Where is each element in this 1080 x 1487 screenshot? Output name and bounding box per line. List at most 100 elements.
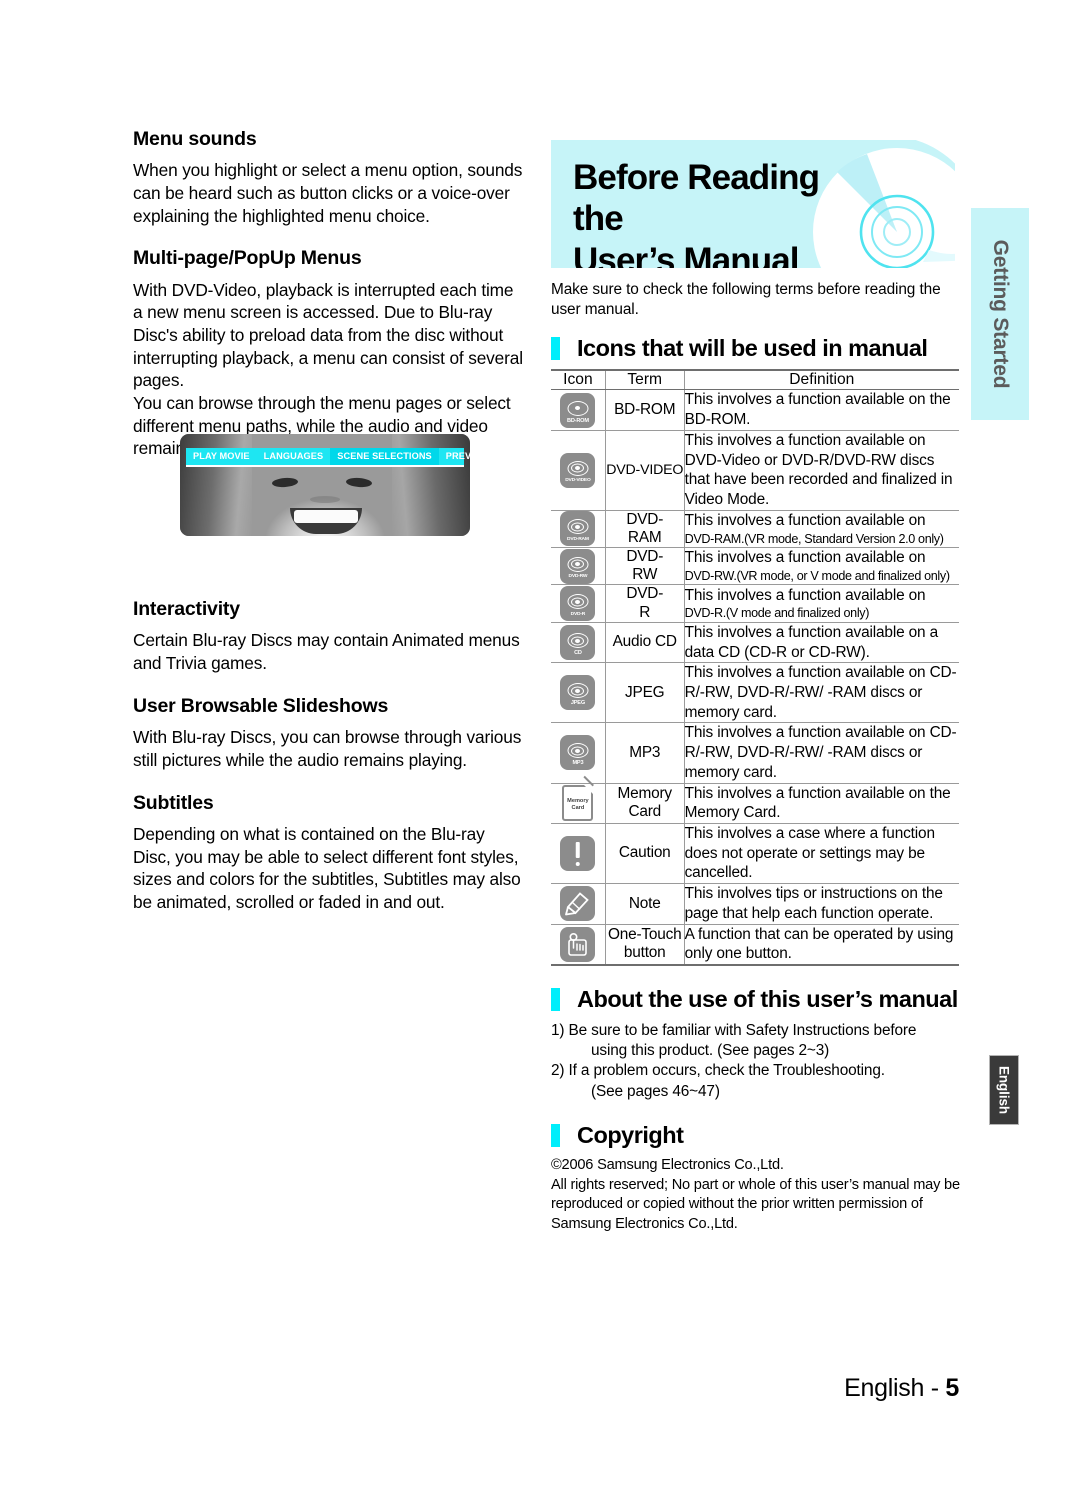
- cell-term: MP3: [605, 722, 685, 784]
- right-content-column: Before Reading the User’s Manual Make su…: [551, 140, 961, 1234]
- section-title-icons: Icons that will be used in manual: [577, 334, 928, 361]
- menu-item-play-movie[interactable]: PLAY MOVIE: [186, 448, 257, 465]
- cell-term: Caution: [605, 823, 685, 885]
- disc-glyph: [567, 400, 589, 416]
- audio-cd-icon: CD: [560, 625, 596, 661]
- dvd-video-icon: DVD-VIDEO: [560, 452, 596, 488]
- one-touch-button-icon: [560, 926, 596, 962]
- disc-glyph: [567, 556, 589, 572]
- cell-icon: [551, 883, 606, 925]
- cell-term: One-Touch button: [605, 924, 685, 966]
- page-title-line1: Before Reading the: [573, 158, 820, 239]
- memory-card-icon: Memory Card: [562, 785, 594, 822]
- section-bullet-icon: [551, 337, 560, 361]
- definition-main: This involves a function available on: [684, 586, 926, 604]
- about-manual-list: 1) Be sure to be familiar with Safety In…: [551, 1021, 961, 1102]
- definition-main: This involves a function available on: [684, 512, 926, 530]
- hand-press-glyph: [568, 932, 588, 956]
- cell-icon: BD-ROM: [551, 389, 606, 431]
- icon-caption: CD: [574, 649, 582, 656]
- caution-icon: [560, 836, 596, 872]
- left-text-column: Menu sounds When you highlight or select…: [133, 128, 523, 934]
- intro-paragraph: Make sure to check the following terms b…: [551, 281, 941, 319]
- icon-definition-table: Icon Term Definition BD-ROM BD-ROM This …: [551, 369, 959, 967]
- disc-menu-bar: PLAY MOVIE LANGUAGES SCENE SELECTIONS PR…: [186, 448, 470, 467]
- definition-fineprint: DVD-RW.(VR mode, or V mode and finalized…: [684, 569, 950, 584]
- cell-icon: [551, 924, 606, 966]
- heading-user-browsable-slideshows: User Browsable Slideshows: [133, 694, 389, 717]
- side-tab-english: English: [989, 1055, 1019, 1125]
- disc-glyph: [567, 594, 589, 610]
- cell-definition: A function that can be operated by using…: [684, 925, 954, 963]
- cell-definition: This involves a function available on a …: [684, 622, 959, 664]
- photo-teeth: [294, 510, 358, 523]
- cell-icon: [551, 823, 606, 885]
- paragraph-menu-sounds: When you highlight or select a menu opti…: [133, 160, 523, 226]
- cell-definition: This involves a function available on DV…: [684, 547, 959, 586]
- icon-caption: Memory Card: [567, 798, 589, 812]
- table-row: Note This involves tips or instructions …: [551, 883, 959, 925]
- table-row: MP3 MP3 This involves a function availab…: [551, 722, 959, 784]
- side-tab-getting-started-label: Getting Started: [989, 239, 1012, 389]
- page-footer-label: English -: [844, 1374, 946, 1402]
- cell-definition: This involves a function available on DV…: [684, 510, 959, 549]
- dvd-rw-icon: DVD-RW: [560, 548, 596, 584]
- section-bullet-copyright: [551, 1124, 560, 1148]
- heading-interactivity: Interactivity: [133, 598, 240, 621]
- cell-definition: This involves a function available on th…: [684, 389, 959, 431]
- cell-definition: This involves a case where a function do…: [684, 823, 959, 885]
- note-pencil-icon: [560, 886, 596, 922]
- disc-glyph: [567, 519, 589, 535]
- cell-definition: This involves tips or instructions on th…: [684, 883, 959, 925]
- copyright-line-2: All rights reserved; No part or whole of…: [551, 1176, 960, 1232]
- page-footer-number: 5: [945, 1374, 959, 1402]
- icon-caption: MP3: [572, 760, 584, 767]
- table-row: DVD-RAM DVD- RAM This involves a functio…: [551, 510, 959, 549]
- table-row: JPEG JPEG This involves a function avail…: [551, 662, 959, 724]
- dvd-r-icon: DVD-R: [560, 586, 596, 622]
- menu-item-previews[interactable]: PREVIEWS: [439, 448, 470, 465]
- mp3-icon: MP3: [560, 735, 596, 771]
- table-row: CD Audio CD This involves a function ava…: [551, 622, 959, 664]
- exclamation-bar: [575, 842, 581, 859]
- menu-item-languages[interactable]: LANGUAGES: [257, 448, 331, 465]
- pencil-glyph: [565, 892, 590, 916]
- page-title-line2: User’s Manual: [573, 240, 800, 268]
- icon-caption: BD-ROM: [567, 417, 589, 424]
- cell-definition: This involves a function available on th…: [684, 783, 959, 825]
- cell-term: DVD-VIDEO: [605, 430, 685, 511]
- table-row: Memory Card Memory Card This involves a …: [551, 783, 959, 825]
- list-item-line2: (See pages 46~47): [591, 1082, 720, 1100]
- heading-subtitles: Subtitles: [133, 791, 214, 814]
- section-heading-about: About the use of this user’s manual: [551, 988, 961, 1012]
- section-title-about: About the use of this user’s manual: [577, 986, 958, 1013]
- section-title-copyright: Copyright: [577, 1121, 684, 1148]
- section-heading-icons: Icons that will be used in manual: [551, 334, 961, 361]
- disc-glyph: [567, 460, 589, 476]
- paragraph-subtitles: Depending on what is contained on the Bl…: [133, 823, 521, 912]
- side-tab-getting-started: Getting Started: [971, 208, 1029, 420]
- menu-item-scene-selections[interactable]: SCENE SELECTIONS: [330, 448, 439, 465]
- cell-icon: Memory Card: [551, 783, 606, 825]
- column-header-definition: Definition: [684, 370, 959, 391]
- table-row: DVD-RW DVD- RW This involves a function …: [551, 547, 959, 586]
- definition-main: This involves a function available on: [684, 549, 926, 567]
- table-row: DVD-R DVD- R This involves a function av…: [551, 584, 959, 623]
- side-tab-english-label: English: [996, 1065, 1012, 1115]
- table-row: BD-ROM BD-ROM This involves a function a…: [551, 389, 959, 431]
- dvd-ram-icon: DVD-RAM: [560, 511, 596, 547]
- paragraph-user-browsable-slideshows: With Blu-ray Discs, you can browse throu…: [133, 727, 522, 770]
- cell-icon: CD: [551, 622, 606, 664]
- disc-glyph: [567, 633, 589, 649]
- cell-definition: This involves a function available on CD…: [684, 722, 959, 784]
- section-heading-copyright: Copyright: [551, 1121, 961, 1148]
- cell-term: Note: [605, 883, 685, 925]
- list-item-line1: Be sure to be familiar with Safety Instr…: [568, 1021, 917, 1039]
- definition-fineprint: DVD-R.(V mode and finalized only): [684, 606, 870, 621]
- column-header-term: Term: [605, 370, 685, 391]
- list-item-line2: using this product. (See pages 2~3): [591, 1041, 830, 1059]
- cell-icon: DVD-RW: [551, 547, 606, 586]
- heading-menu-sounds: Menu sounds: [133, 128, 257, 150]
- cell-icon: DVD-RAM: [551, 510, 606, 549]
- cell-definition: This involves a function available on CD…: [684, 662, 959, 724]
